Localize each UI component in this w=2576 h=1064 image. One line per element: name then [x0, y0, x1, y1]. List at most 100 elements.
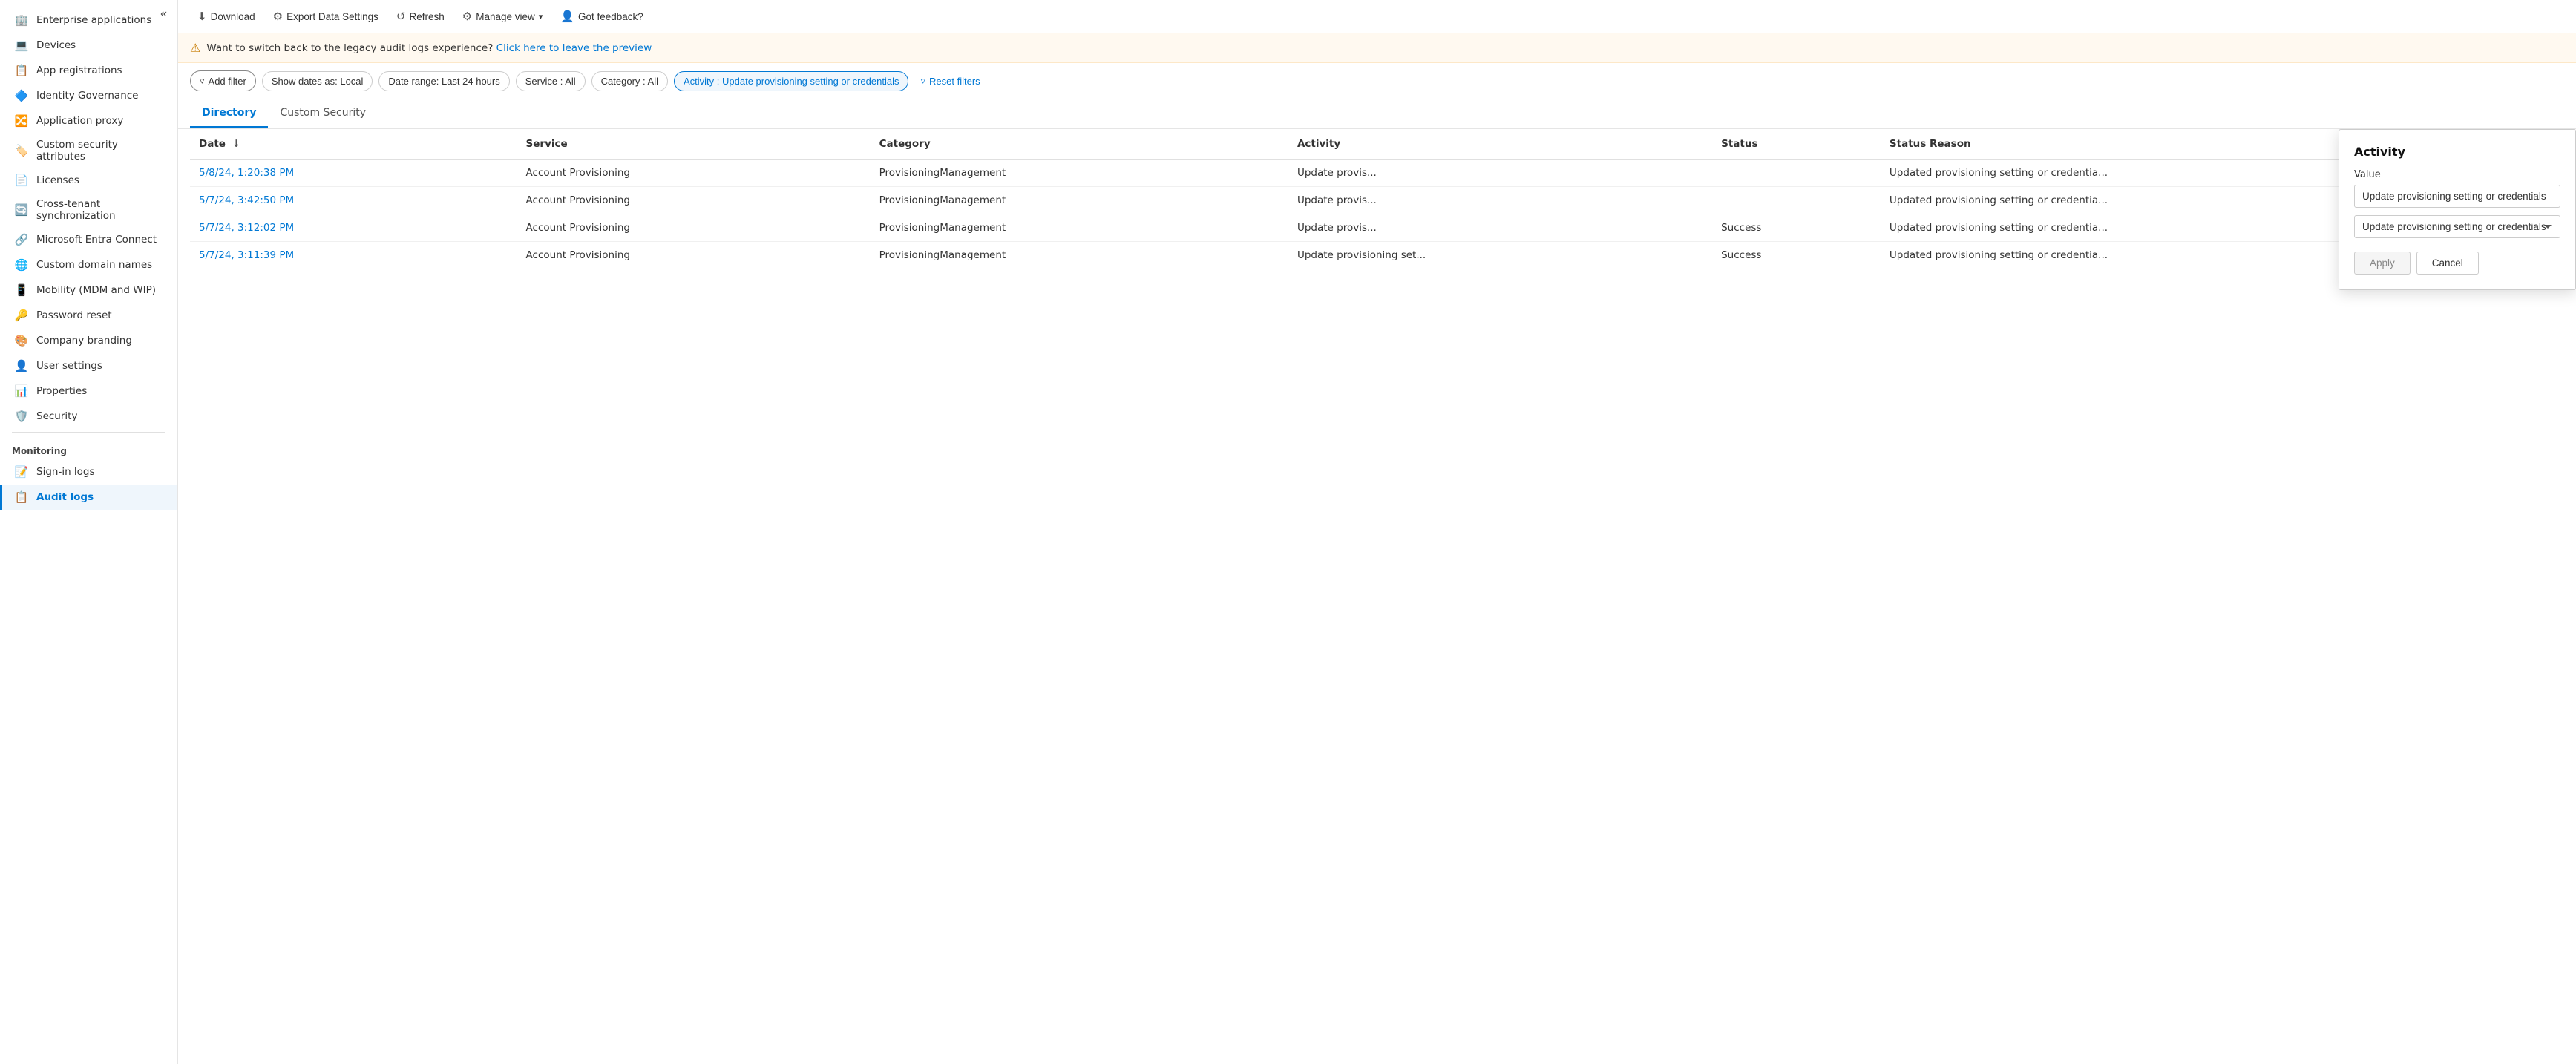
table-row: 5/7/24, 3:11:39 PM Account Provisioning …	[190, 242, 2564, 269]
date-link[interactable]: 5/8/24, 1:20:38 PM	[199, 167, 294, 179]
export-data-settings-button[interactable]: ⚙ Export Data Settings	[266, 6, 386, 27]
sidebar-item-custom-domain[interactable]: 🌐 Custom domain names	[0, 252, 177, 278]
sidebar-item-mobility[interactable]: 📱 Mobility (MDM and WIP)	[0, 278, 177, 303]
banner-text: Want to switch back to the legacy audit …	[206, 42, 652, 54]
tab-directory[interactable]: Directory	[190, 99, 268, 128]
table-container: Date ↓ Service Category Activity Status	[178, 129, 2576, 1064]
sidebar-item-label: Password reset	[36, 309, 112, 321]
sidebar-item-custom-security-attributes[interactable]: 🏷️ Custom security attributes	[0, 134, 177, 168]
date-link[interactable]: 5/7/24, 3:42:50 PM	[199, 194, 294, 206]
col-category[interactable]: Category	[871, 129, 1288, 160]
sidebar-item-label: Licenses	[36, 174, 79, 186]
password-reset-icon: 🔑	[14, 308, 29, 323]
popup-activity-select[interactable]: Update provisioning setting or credentia…	[2354, 215, 2560, 238]
user-settings-icon: 👤	[14, 358, 29, 373]
sidebar-item-label: User settings	[36, 360, 102, 372]
info-icon: ⚠	[190, 41, 200, 55]
security-icon: 🛡️	[14, 409, 29, 424]
sidebar-item-company-branding[interactable]: 🎨 Company branding	[0, 328, 177, 353]
col-date[interactable]: Date ↓	[190, 129, 517, 160]
cell-activity: Update provis...	[1288, 160, 1712, 187]
date-link[interactable]: 5/7/24, 3:11:39 PM	[199, 249, 294, 261]
chevron-down-icon: ▾	[539, 12, 543, 22]
activity-popup: Activity Value Update provisioning setti…	[2339, 129, 2576, 290]
cell-service: Account Provisioning	[517, 242, 871, 269]
sidebar-item-label: Mobility (MDM and WIP)	[36, 284, 156, 296]
popup-apply-button[interactable]: Apply	[2354, 252, 2411, 275]
monitoring-section-label: Monitoring	[0, 436, 177, 459]
col-activity[interactable]: Activity	[1288, 129, 1712, 160]
sidebar-item-user-settings[interactable]: 👤 User settings	[0, 353, 177, 378]
properties-icon: 📊	[14, 384, 29, 398]
sidebar-item-properties[interactable]: 📊 Properties	[0, 378, 177, 404]
refresh-button[interactable]: ↺ Refresh	[389, 6, 452, 27]
cross-tenant-icon: 🔄	[14, 203, 29, 217]
reset-icon: ▿	[920, 75, 925, 87]
feedback-button[interactable]: 👤 Got feedback?	[553, 6, 651, 27]
cell-category: ProvisioningManagement	[871, 214, 1288, 242]
popup-cancel-button[interactable]: Cancel	[2416, 252, 2479, 275]
sidebar-item-label: Custom domain names	[36, 259, 152, 271]
sidebar-item-security[interactable]: 🛡️ Security	[0, 404, 177, 429]
sidebar-item-identity-governance[interactable]: 🔷 Identity Governance	[0, 83, 177, 108]
cell-status: Success	[1712, 242, 1881, 269]
sidebar-item-enterprise-applications[interactable]: 🏢 Enterprise applications	[0, 7, 177, 33]
reset-filters-button[interactable]: ▿ Reset filters	[914, 71, 986, 91]
toolbar: ⬇ Download ⚙ Export Data Settings ↺ Refr…	[178, 0, 2576, 33]
download-button[interactable]: ⬇ Download	[190, 6, 263, 27]
sidebar-item-cross-tenant[interactable]: 🔄 Cross-tenant synchronization	[0, 193, 177, 227]
filter-icon: ▿	[200, 75, 205, 87]
table-row: 5/8/24, 1:20:38 PM Account Provisioning …	[190, 160, 2564, 187]
mobility-icon: 📱	[14, 283, 29, 298]
devices-icon: 💻	[14, 38, 29, 53]
service-filter[interactable]: Service : All	[516, 71, 586, 91]
sidebar-item-audit-logs[interactable]: 📋 Audit logs	[0, 485, 177, 510]
category-filter[interactable]: Category : All	[591, 71, 668, 91]
filter-bar: ▿ Add filter Show dates as: Local Date r…	[178, 63, 2576, 99]
manage-view-icon: ⚙	[462, 10, 472, 23]
custom-security-attr-icon: 🏷️	[14, 143, 29, 158]
popup-title: Activity	[2354, 145, 2560, 159]
cell-status	[1712, 187, 1881, 214]
cell-service: Account Provisioning	[517, 160, 871, 187]
add-filter-button[interactable]: ▿ Add filter	[190, 70, 256, 91]
download-icon: ⬇	[197, 10, 207, 23]
sidebar-item-devices[interactable]: 💻 Devices	[0, 33, 177, 58]
app-registrations-icon: 📋	[14, 63, 29, 78]
table-row: 5/7/24, 3:42:50 PM Account Provisioning …	[190, 187, 2564, 214]
date-range-filter[interactable]: Date range: Last 24 hours	[378, 71, 509, 91]
sidebar-item-label: Audit logs	[36, 491, 94, 503]
popup-value-input[interactable]	[2354, 185, 2560, 208]
sidebar-item-label: Devices	[36, 39, 76, 51]
col-service[interactable]: Service	[517, 129, 871, 160]
show-dates-filter[interactable]: Show dates as: Local	[262, 71, 373, 91]
sidebar-collapse-btn[interactable]: «	[156, 6, 171, 22]
activity-filter[interactable]: Activity : Update provisioning setting o…	[674, 71, 908, 91]
date-link[interactable]: 5/7/24, 3:12:02 PM	[199, 222, 294, 234]
sidebar-item-application-proxy[interactable]: 🔀 Application proxy	[0, 108, 177, 134]
main-content: ⬇ Download ⚙ Export Data Settings ↺ Refr…	[178, 0, 2576, 1064]
sidebar-item-label: Properties	[36, 385, 87, 397]
feedback-icon: 👤	[560, 10, 574, 23]
tabs: Directory Custom Security	[178, 99, 2576, 129]
sidebar-item-entra-connect[interactable]: 🔗 Microsoft Entra Connect	[0, 227, 177, 252]
cell-category: ProvisioningManagement	[871, 242, 1288, 269]
cell-service: Account Provisioning	[517, 187, 871, 214]
sidebar-item-label: Company branding	[36, 335, 132, 347]
sidebar-item-password-reset[interactable]: 🔑 Password reset	[0, 303, 177, 328]
company-branding-icon: 🎨	[14, 333, 29, 348]
cell-date: 5/8/24, 1:20:38 PM	[190, 160, 517, 187]
legacy-link[interactable]: Click here to leave the preview	[496, 42, 652, 54]
sidebar-item-licenses[interactable]: 📄 Licenses	[0, 168, 177, 193]
sidebar-item-label: Microsoft Entra Connect	[36, 234, 157, 246]
col-status[interactable]: Status	[1712, 129, 1881, 160]
sidebar-item-label: Application proxy	[36, 115, 123, 127]
sidebar-item-sign-in-logs[interactable]: 📝 Sign-in logs	[0, 459, 177, 485]
export-icon: ⚙	[273, 10, 283, 23]
sidebar-item-label: Custom security attributes	[36, 139, 165, 162]
manage-view-button[interactable]: ⚙ Manage view ▾	[455, 6, 551, 27]
tab-custom-security[interactable]: Custom Security	[268, 99, 378, 128]
sidebar-item-app-registrations[interactable]: 📋 App registrations	[0, 58, 177, 83]
sidebar-divider	[12, 432, 165, 433]
application-proxy-icon: 🔀	[14, 114, 29, 128]
